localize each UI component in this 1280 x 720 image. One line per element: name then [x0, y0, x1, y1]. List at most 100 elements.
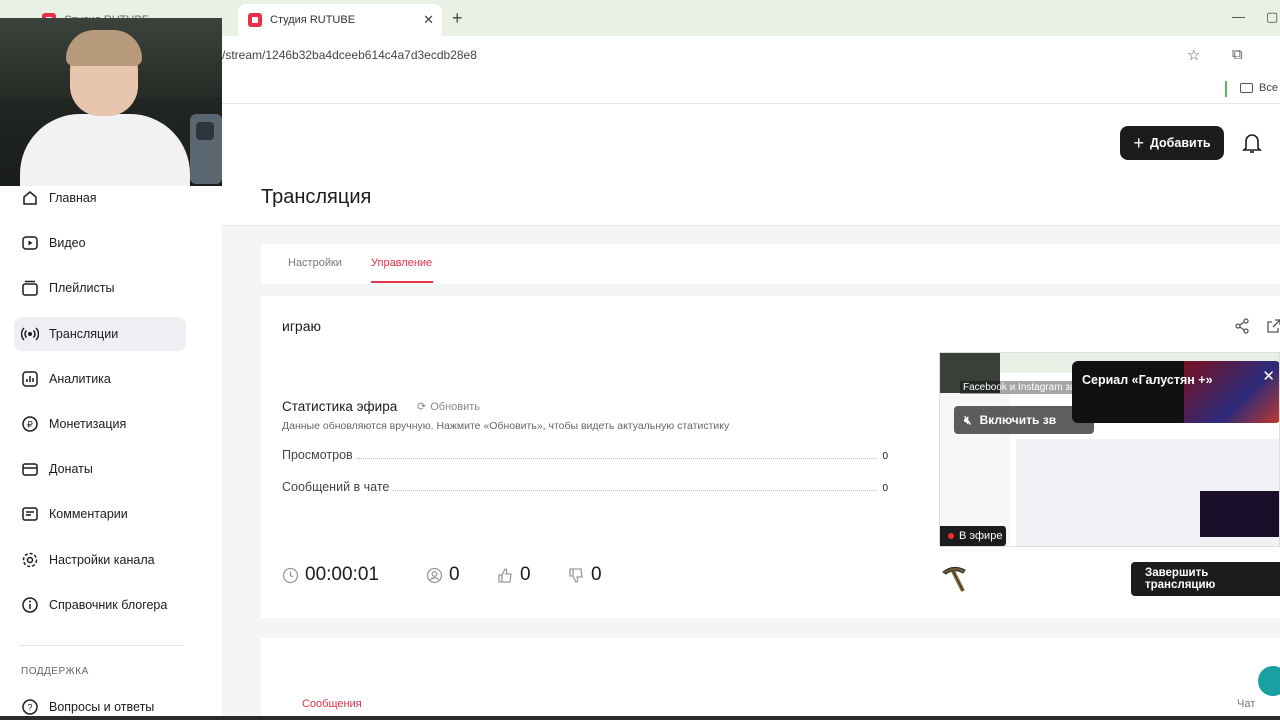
- rutube-favicon-icon: [248, 13, 262, 27]
- donate-icon: [21, 460, 39, 478]
- sidebar-item-video[interactable]: Видео: [14, 226, 186, 260]
- webcam-person-hair: [66, 30, 142, 66]
- video-icon: [21, 234, 39, 252]
- minimize-icon[interactable]: —: [1232, 9, 1245, 24]
- active-tab-underline: [371, 281, 433, 283]
- dislikes-count: 0: [568, 564, 602, 586]
- stats-note: Данные обновляются вручную. Нажмите «Обн…: [282, 420, 730, 432]
- page-title-bar: Трансляция: [222, 184, 1280, 226]
- folder-icon: [1240, 83, 1253, 93]
- clock-icon: [282, 567, 299, 583]
- maximize-icon[interactable]: ▢: [1266, 9, 1278, 25]
- svg-text:₽: ₽: [27, 420, 33, 430]
- sidebar-item-channel-settings[interactable]: Настройки канала: [14, 543, 186, 577]
- viewers-value: 0: [449, 564, 460, 585]
- sidebar: Главная Видео Плейлисты Трансляции Анали…: [0, 104, 222, 720]
- home-icon: [21, 189, 39, 207]
- muted-speaker-icon: 🔇︎: [964, 412, 972, 427]
- likes-count: 0: [497, 564, 531, 586]
- browser-tab-title: Студия RUTUBE: [270, 14, 356, 26]
- gear-icon: [21, 551, 39, 569]
- broadcast-icon: [21, 325, 39, 343]
- stream-name: играю: [282, 318, 321, 334]
- add-button-label: Добавить: [1149, 136, 1211, 150]
- sidebar-item-label: Настройки канала: [49, 553, 155, 567]
- stat-dots: [356, 458, 877, 459]
- add-button[interactable]: + Добавить: [1120, 126, 1224, 160]
- webcam-overlay: [0, 18, 222, 186]
- stream-preview[interactable]: Facebook и Instagram за 🔇︎ Включить зв С…: [939, 352, 1280, 547]
- tab-messages[interactable]: Сообщения: [302, 698, 362, 710]
- share-icon[interactable]: [1234, 318, 1250, 334]
- sidebar-item-broadcasts[interactable]: Трансляции: [14, 317, 186, 351]
- url-field[interactable]: /stream/1246b32ba4dceeb614c4a7d3ecdb28e8: [222, 48, 477, 62]
- extensions-icon[interactable]: ⧉: [1232, 46, 1243, 63]
- plus-icon: +: [1133, 133, 1144, 153]
- thumbs-down-icon: [569, 567, 583, 583]
- bell-icon[interactable]: [1242, 132, 1262, 154]
- refresh-icon: ⟳: [417, 401, 427, 413]
- all-bookmarks-label: Все: [1259, 82, 1278, 94]
- stats-title: Статистика эфира: [282, 399, 398, 414]
- sidebar-item-playlists[interactable]: Плейлисты: [14, 271, 186, 305]
- all-bookmarks-button[interactable]: Все: [1240, 82, 1278, 94]
- sidebar-item-monetization[interactable]: ₽ Монетизация: [14, 407, 186, 441]
- monetization-icon: ₽: [21, 415, 39, 433]
- sidebar-item-analytics[interactable]: Аналитика: [14, 362, 186, 396]
- tab-settings[interactable]: Настройки: [288, 257, 342, 269]
- sidebar-item-label: Донаты: [49, 462, 93, 476]
- chat-card: Сообщения Чат: [261, 638, 1280, 720]
- sidebar-item-label: Комментарии: [49, 507, 128, 521]
- dislikes-value: 0: [591, 564, 602, 585]
- likes-value: 0: [520, 564, 531, 585]
- thumbs-up-icon: [498, 567, 512, 583]
- sidebar-item-label: Монетизация: [49, 417, 127, 431]
- sidebar-item-home[interactable]: Главная: [14, 181, 186, 215]
- support-heading: ПОДДЕРЖКА: [21, 666, 89, 677]
- stat-row-views: Просмотров 0: [282, 446, 888, 462]
- taskbar-edge: [0, 716, 1280, 720]
- stat-value: 0: [882, 483, 888, 494]
- page-title: Трансляция: [261, 186, 372, 208]
- sidebar-item-label: Главная: [49, 191, 97, 205]
- ad-banner[interactable]: Сериал «Галустян +» ✕: [1072, 361, 1279, 423]
- sidebar-divider: [20, 645, 184, 646]
- refresh-button[interactable]: ⟳ Обновить: [417, 400, 481, 414]
- sidebar-item-comments[interactable]: Комментарии: [14, 497, 186, 531]
- analytics-icon: [21, 370, 39, 388]
- sidebar-item-label: Справочник блогера: [49, 598, 168, 612]
- support-chat-button[interactable]: [1258, 666, 1280, 696]
- pickaxe-cursor-icon: [942, 566, 966, 592]
- star-icon[interactable]: ☆: [1187, 46, 1200, 64]
- tab-management[interactable]: Управление: [371, 257, 432, 269]
- ad-title: Сериал «Галустян +»: [1082, 373, 1213, 387]
- comments-icon: [21, 505, 39, 523]
- stream-timer: 00:00:01: [282, 564, 379, 586]
- viewers-count: 0: [426, 564, 460, 586]
- end-stream-button[interactable]: Завершить трансляцию: [1131, 562, 1280, 596]
- sidebar-item-label: Трансляции: [49, 327, 119, 341]
- stream-card: играю Статистика эфира ⟳ Обновить Данные…: [261, 296, 1280, 618]
- sidebar-item-label: Плейлисты: [49, 281, 115, 295]
- page-tabs: Настройки Управление: [261, 244, 1280, 284]
- sidebar-item-label: Вопросы и ответы: [49, 700, 155, 714]
- open-external-icon[interactable]: [1266, 318, 1280, 334]
- stat-label: Сообщений в чате: [282, 480, 390, 494]
- live-badge: В эфире: [940, 526, 1006, 546]
- new-tab-button[interactable]: +: [452, 8, 463, 29]
- stat-label: Просмотров: [282, 448, 353, 462]
- sidebar-item-label: Аналитика: [49, 372, 111, 386]
- close-icon[interactable]: ✕: [1262, 367, 1275, 385]
- sidebar-item-donates[interactable]: Донаты: [14, 452, 186, 486]
- playlist-icon: [21, 279, 39, 297]
- stat-dots: [393, 490, 877, 491]
- help-icon: ?: [21, 698, 39, 716]
- browser-tab-active[interactable]: Студия RUTUBE ✕: [238, 4, 442, 36]
- webcam-person-body: [20, 114, 190, 186]
- tab-chat[interactable]: Чат: [1237, 698, 1255, 710]
- close-tab-icon[interactable]: ✕: [423, 12, 434, 28]
- refresh-label: Обновить: [430, 400, 481, 413]
- sidebar-item-blogger-guide[interactable]: Справочник блогера: [14, 588, 186, 622]
- webcam-phone: [190, 114, 222, 184]
- info-icon: [21, 596, 39, 614]
